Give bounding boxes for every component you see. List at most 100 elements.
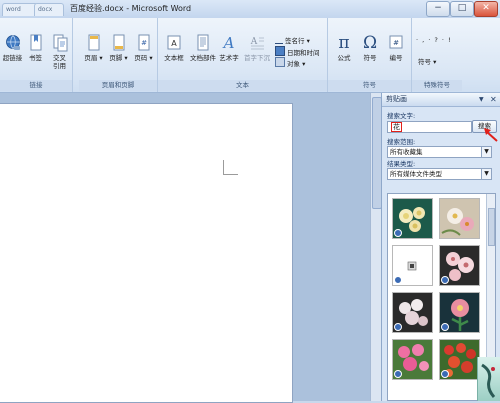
clipart-pane: 剪贴画 ▼ ✕ 搜索文字: 花 搜索 搜索范围: 所有收藏集 ▼ 结果类型: 所… <box>381 93 500 401</box>
drop-cap-button[interactable]: A 首字下沉 <box>242 34 272 62</box>
date-time-label: 日期和时间 <box>287 49 320 57</box>
footer-button[interactable]: 页脚 ▾ <box>106 34 131 62</box>
close-button[interactable]: ✕ <box>474 1 498 17</box>
svg-text:A: A <box>250 37 258 47</box>
signature-line-icon <box>275 35 283 44</box>
chevron-down-icon[interactable]: ▼ <box>481 147 491 157</box>
page-number-label: 页码 ▾ <box>134 54 153 62</box>
clipart-badge-icon <box>441 323 449 331</box>
search-scope-value: 所有收藏集 <box>390 148 423 156</box>
object-icon <box>275 57 285 67</box>
drop-cap-label: 首字下沉 <box>244 54 270 62</box>
svg-text:A: A <box>222 34 235 52</box>
symbols-group: π 公式 Ω 符号 # 编号 符号 <box>328 18 412 92</box>
textbox-button[interactable]: A 文本框 <box>162 34 186 62</box>
page-number-button[interactable]: # 页码 ▾ <box>131 34 156 62</box>
pane-close-icon[interactable]: ✕ <box>490 94 497 105</box>
brush-stroke-icon <box>481 363 496 398</box>
result-type-label: 结果类型: <box>387 160 416 168</box>
globe-link-icon <box>5 35 20 50</box>
clipart-thumb-white-blossoms-dark[interactable] <box>392 292 433 333</box>
search-value: 花 <box>391 122 402 132</box>
svg-text:#: # <box>393 39 399 47</box>
pane-options-icon[interactable]: ▼ <box>479 94 484 105</box>
wordart-label: 艺术字 <box>219 54 239 62</box>
signature-line-button[interactable]: 签名行 ▾ <box>275 35 310 46</box>
special-symbols-group: · , · ? · ! 符号 ▾ 特殊符号 <box>412 18 462 92</box>
title-bar: word docx 百度经验.docx - Microsoft Word − □… <box>0 0 500 18</box>
header-label: 页眉 ▾ <box>84 54 103 62</box>
hyperlink-label: 超链接 <box>2 54 23 62</box>
special-symbols-group-label: 特殊符号 <box>412 80 462 91</box>
date-time-icon <box>275 46 285 56</box>
header-button[interactable]: 页眉 ▾ <box>81 34 106 62</box>
cross-reference-label: 交叉 引用 <box>53 54 66 70</box>
quick-parts-button[interactable]: 文档部件 <box>188 34 218 62</box>
document-workspace <box>0 93 382 403</box>
window-tab-1[interactable]: word <box>2 3 38 16</box>
clipart-badge-icon <box>394 370 402 378</box>
page-number-icon: # <box>138 34 149 51</box>
clipart-thumb-red-flowers[interactable] <box>439 339 480 380</box>
equation-button[interactable]: π 公式 <box>331 34 357 62</box>
links-group: 超链接 书签 交叉 引用 链接 <box>0 18 73 92</box>
special-symbol-label: 符号 ▾ <box>418 58 437 66</box>
clipart-badge-icon <box>441 370 449 378</box>
clipart-badge-icon <box>394 276 402 284</box>
svg-text:#: # <box>141 39 147 47</box>
numbering-button[interactable]: # 编号 <box>383 34 409 62</box>
clipart-badge-icon <box>394 323 402 331</box>
search-scope-label: 搜索范围: <box>387 138 416 146</box>
hyperlink-button[interactable]: 超链接 <box>0 34 25 62</box>
search-scope-select[interactable]: 所有收藏集 ▼ <box>387 146 492 158</box>
clipart-thumb-small-flower-icon[interactable] <box>392 245 433 286</box>
margin-crop-mark <box>223 160 238 175</box>
special-symbol-button[interactable]: 符号 ▾ <box>418 58 436 67</box>
clipart-scroll-thumb[interactable] <box>488 208 495 246</box>
window-title: 百度经验.docx - Microsoft Word <box>70 4 192 13</box>
document-page[interactable] <box>0 103 293 403</box>
watermark-logo <box>477 357 500 401</box>
cross-reference-button[interactable]: 交叉 引用 <box>47 34 72 70</box>
clipart-pane-header: 剪贴画 ▼ ✕ <box>382 93 500 107</box>
clipart-badge-icon <box>441 276 449 284</box>
symbol-label: 符号 <box>363 54 377 62</box>
footer-label: 页脚 ▾ <box>109 54 128 62</box>
object-button[interactable]: 对象 ▾ <box>275 57 305 69</box>
object-label: 对象 ▾ <box>287 60 306 68</box>
symbols-group-label: 符号 <box>328 80 411 91</box>
search-input[interactable]: 花 <box>387 121 472 133</box>
text-group-label: 文本 <box>158 80 327 91</box>
drop-cap-icon: A <box>250 37 264 50</box>
header-footer-group-label: 页眉和页脚 <box>79 80 157 91</box>
clipart-thumb-white-pink-flowers[interactable] <box>439 198 480 239</box>
signature-line-label: 签名行 ▾ <box>285 37 310 45</box>
clipart-thumb-yellow-roses[interactable] <box>392 198 433 239</box>
symbol-button[interactable]: Ω 符号 <box>357 34 383 62</box>
clipart-thumb-pink-flowers[interactable] <box>392 339 433 380</box>
bookmark-button[interactable]: 书签 <box>23 34 48 62</box>
symbol-icon: Ω <box>362 33 378 53</box>
equation-icon: π <box>338 33 350 53</box>
numbering-icon: # <box>389 35 403 49</box>
bookmark-icon <box>30 34 41 51</box>
pointer-arrow-icon <box>484 128 498 142</box>
maximize-button[interactable]: □ <box>450 1 474 17</box>
header-footer-group: 页眉 ▾ 页脚 ▾ # 页码 ▾ 页眉和页脚 <box>79 18 158 92</box>
clipart-pane-title: 剪贴画 <box>386 95 407 103</box>
clipart-thumb-pink-flower-dark[interactable] <box>439 292 480 333</box>
search-text-label: 搜索文字: <box>387 112 416 120</box>
cross-reference-icon <box>53 34 67 52</box>
window-tab-2[interactable]: docx <box>34 3 64 16</box>
links-group-label: 链接 <box>0 80 72 91</box>
clipart-thumb-pink-blossoms[interactable] <box>439 245 480 286</box>
result-type-select[interactable]: 所有媒体文件类型 ▼ <box>387 168 492 180</box>
minimize-button[interactable]: − <box>426 1 450 17</box>
wordart-button[interactable]: A 艺术字 <box>217 34 241 62</box>
quick-parts-icon <box>197 34 209 51</box>
header-icon <box>88 34 99 51</box>
special-symbols-glyphs[interactable]: · , · ? · ! <box>416 36 452 45</box>
wordart-icon: A <box>222 34 235 52</box>
quick-parts-label: 文档部件 <box>190 54 216 62</box>
chevron-down-icon[interactable]: ▼ <box>481 169 491 179</box>
